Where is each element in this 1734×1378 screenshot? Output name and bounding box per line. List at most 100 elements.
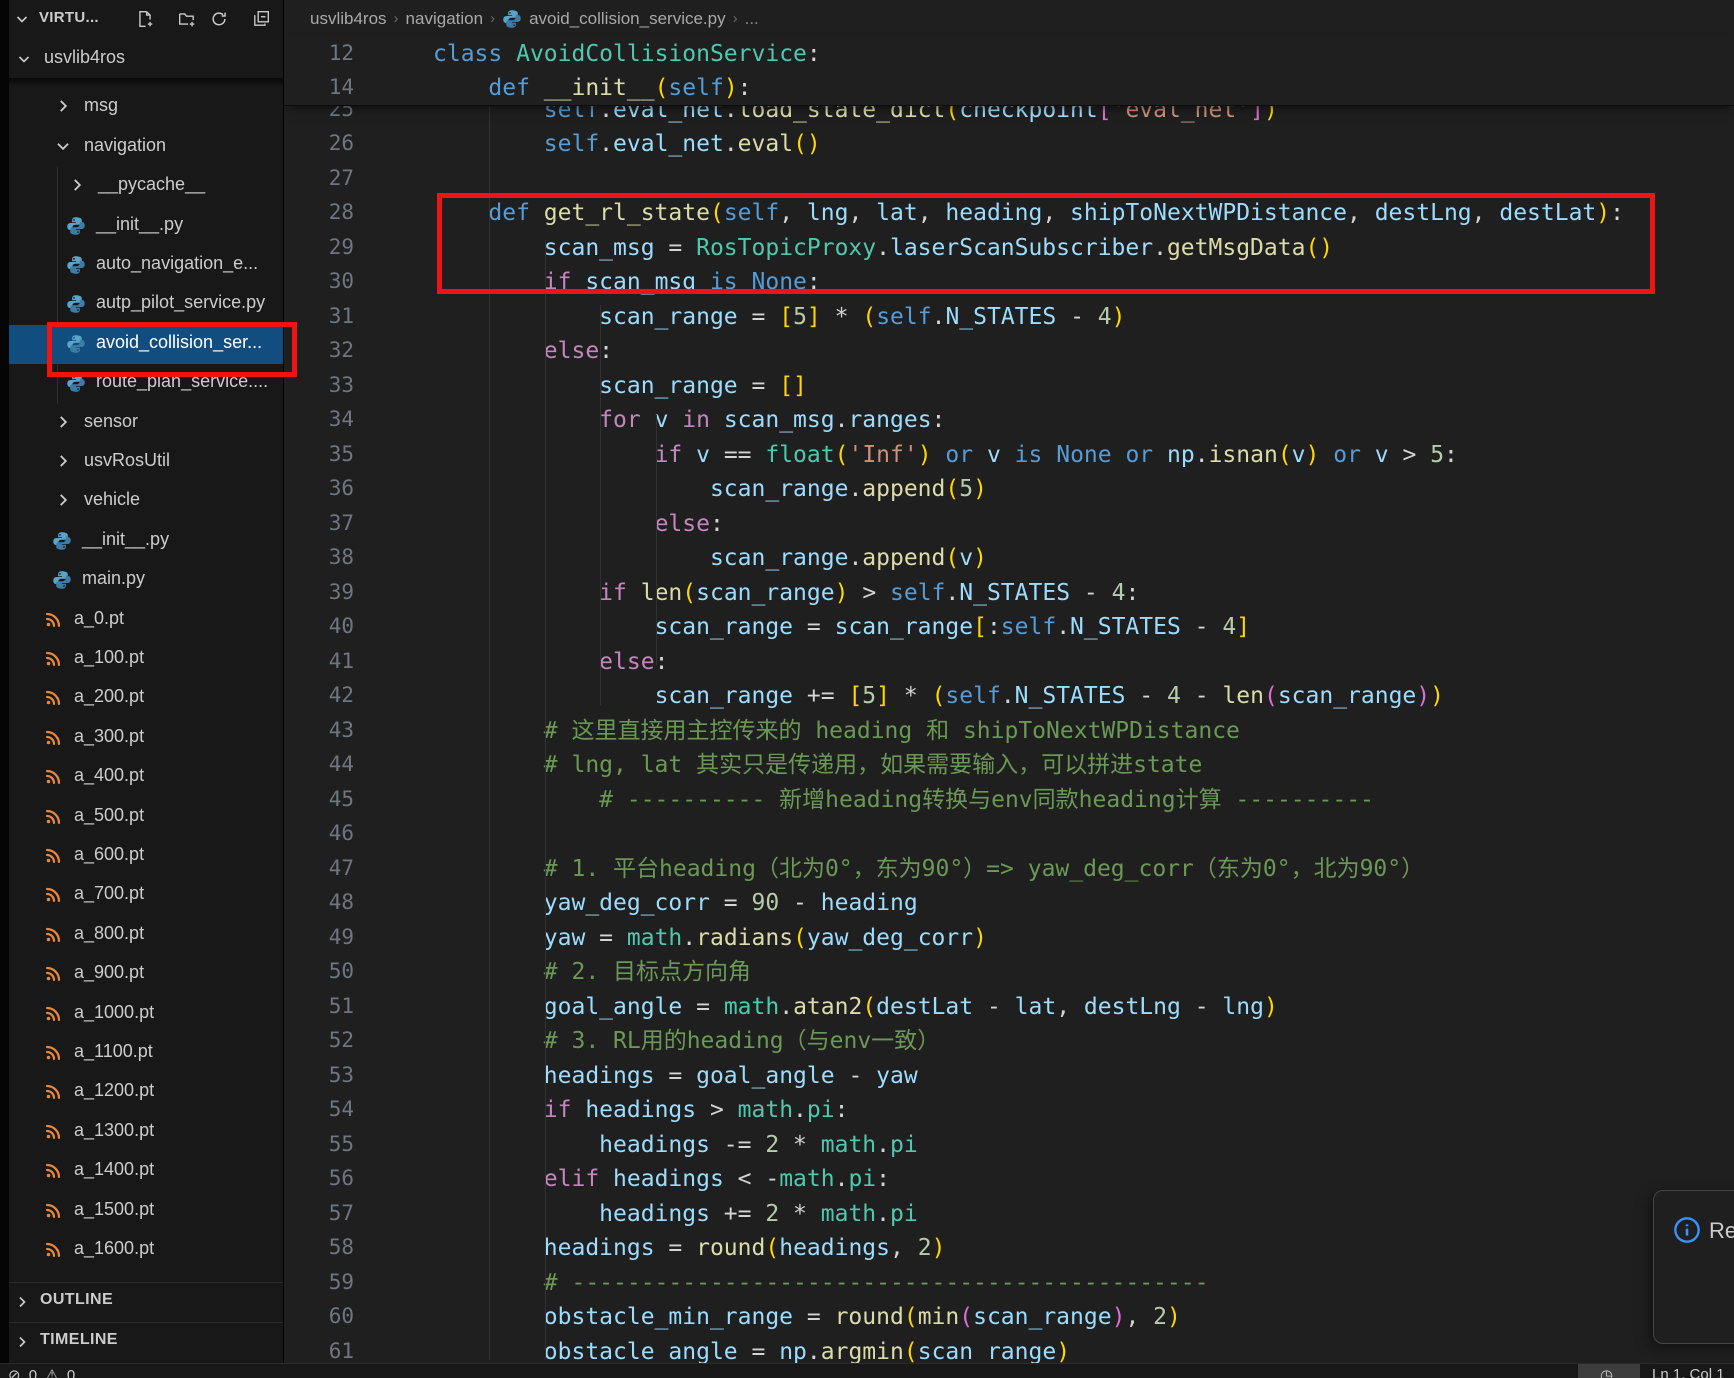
breadcrumb-item[interactable]: avoid_collision_service.py [529, 9, 726, 29]
code-line-47[interactable]: 47 # 1. 平台heading（北为0°，东为90°）=> yaw_deg_… [284, 852, 1734, 887]
code-viewport[interactable]: 25 self.eval_net.load_state_dict(checkpo… [284, 105, 1734, 1363]
code-line-32[interactable]: 32 else: [284, 334, 1734, 369]
code-line-58[interactable]: 58 headings = round(headings, 2) [284, 1231, 1734, 1266]
tree-folder-usvRosUtil[interactable]: usvRosUtil [9, 443, 283, 482]
tree-file-a_1600.pt[interactable]: a_1600.pt [9, 1231, 283, 1270]
code-line-61[interactable]: 61 obstacle_angle = np.argmin(scan_range… [284, 1335, 1734, 1363]
code-line-45[interactable]: 45 # ---------- 新增heading转换与env同款heading… [284, 783, 1734, 818]
code-line-57[interactable]: 57 headings += 2 * math.pi [284, 1197, 1734, 1232]
code-line-25[interactable]: 25 self.eval_net.load_state_dict(checkpo… [284, 105, 1734, 128]
breadcrumb-item[interactable]: navigation [406, 9, 484, 29]
code-line-33[interactable]: 33 scan_range = [] [284, 369, 1734, 404]
code-text: def get_rl_state(self, lng, lat, heading… [433, 198, 1624, 229]
code-text: headings += 2 * math.pi [433, 1199, 918, 1230]
code-line-29[interactable]: 29 scan_msg = RosTopicProxy.laserScanSub… [284, 231, 1734, 266]
code-line-43[interactable]: 43 # 这里直接用主控传来的 heading 和 shipToNextWPDi… [284, 714, 1734, 749]
code-line-39[interactable]: 39 if len(scan_range) > self.N_STATES - … [284, 576, 1734, 611]
tree-file-a_600.pt[interactable]: a_600.pt [9, 837, 283, 876]
code-line-35[interactable]: 35 if v == float('Inf') or v is None or … [284, 438, 1734, 473]
tree-item-label: a_0.pt [74, 608, 124, 629]
notification-message: Re [1709, 1218, 1734, 1244]
code-line-48[interactable]: 48 yaw_deg_corr = 90 - heading [284, 886, 1734, 921]
sticky-scroll[interactable]: 12class AvoidCollisionService:14 def __i… [284, 37, 1734, 106]
code-line-53[interactable]: 53 headings = goal_angle - yaw [284, 1059, 1734, 1094]
tree-file-a_1200.pt[interactable]: a_1200.pt [9, 1073, 283, 1112]
code-line-44[interactable]: 44 # lng, lat 其实只是传递用，如果需要输入，可以拼进state [284, 748, 1734, 783]
tree-folder-navigation[interactable]: navigation [9, 128, 283, 167]
code-line-46[interactable]: 46 [284, 817, 1734, 852]
line-number: 29 [294, 235, 354, 259]
problems-indicator[interactable]: ⊘ 0 ⚠ 0 [8, 1366, 77, 1378]
notification-toast[interactable]: Re [1653, 1190, 1734, 1344]
code-line-28[interactable]: 28 def get_rl_state(self, lng, lat, head… [284, 196, 1734, 231]
tree-file-a_1300.pt[interactable]: a_1300.pt [9, 1113, 283, 1152]
tree-file-a_400.pt[interactable]: a_400.pt [9, 758, 283, 797]
tree-file-a_900.pt[interactable]: a_900.pt [9, 955, 283, 994]
sidebar-divider[interactable] [283, 0, 284, 1363]
code-line-51[interactable]: 51 goal_angle = math.atan2(destLat - lat… [284, 990, 1734, 1025]
cursor-position[interactable]: Ln 1, Col 1 [1652, 1366, 1725, 1378]
tree-file-a_1400.pt[interactable]: a_1400.pt [9, 1152, 283, 1191]
tree-file-main.py[interactable]: main.py [9, 561, 283, 600]
chevron-right-icon [14, 1294, 30, 1310]
editor-pane: usvlib4ros›navigation›avoid_collision_se… [284, 0, 1734, 1363]
line-number: 30 [294, 269, 354, 293]
code-line-56[interactable]: 56 elif headings < -math.pi: [284, 1162, 1734, 1197]
code-line-36[interactable]: 36 scan_range.append(5) [284, 472, 1734, 507]
sidebar-section-outline[interactable]: OUTLINE [0, 1282, 283, 1322]
tree-file-a_200.pt[interactable]: a_200.pt [9, 679, 283, 718]
code-line-14[interactable]: 14 def __init__(self): [284, 71, 1734, 106]
code-line-27[interactable]: 27 [284, 162, 1734, 197]
tree-file-a_0.pt[interactable]: a_0.pt [9, 601, 283, 640]
code-line-26[interactable]: 26 self.eval_net.eval() [284, 127, 1734, 162]
code-line-41[interactable]: 41 else: [284, 645, 1734, 680]
tree-file-a_1100.pt[interactable]: a_1100.pt [9, 1034, 283, 1073]
line-number: 36 [294, 476, 354, 500]
breadcrumb-item[interactable]: ... [745, 9, 759, 29]
tree-file-a_100.pt[interactable]: a_100.pt [9, 640, 283, 679]
tree-file-autp_pilot_service.py[interactable]: autp_pilot_service.py [9, 285, 283, 324]
code-line-55[interactable]: 55 headings -= 2 * math.pi [284, 1128, 1734, 1163]
tree-file-a_1000.pt[interactable]: a_1000.pt [9, 995, 283, 1034]
indent-guide [600, 305, 601, 705]
tree-file-__init__.py[interactable]: __init__.py [9, 207, 283, 246]
code-line-31[interactable]: 31 scan_range = [5] * (self.N_STATES - 4… [284, 300, 1734, 335]
code-line-30[interactable]: 30 if scan_msg is None: [284, 265, 1734, 300]
tree-item-label: navigation [84, 135, 166, 156]
code-line-42[interactable]: 42 scan_range += [5] * (self.N_STATES - … [284, 679, 1734, 714]
code-line-37[interactable]: 37 else: [284, 507, 1734, 542]
code-line-40[interactable]: 40 scan_range = scan_range[:self.N_STATE… [284, 610, 1734, 645]
sidebar-section-timeline[interactable]: TIMELINE [0, 1322, 283, 1362]
line-number: 47 [294, 856, 354, 880]
clock-segment[interactable]: ◷ [1578, 1364, 1640, 1378]
code-line-38[interactable]: 38 scan_range.append(v) [284, 541, 1734, 576]
tree-item-label: __pycache__ [98, 174, 205, 195]
code-line-60[interactable]: 60 obstacle_min_range = round(min(scan_r… [284, 1300, 1734, 1335]
tree-file-a_800.pt[interactable]: a_800.pt [9, 916, 283, 955]
tree-folder-__pycache__[interactable]: __pycache__ [9, 167, 283, 206]
tree-folder-vehicle[interactable]: vehicle [9, 482, 283, 521]
code-line-59[interactable]: 59 # -----------------------------------… [284, 1266, 1734, 1301]
tree-file-route_plan_service[interactable]: route_plan_service.... [9, 364, 283, 403]
tree-folder-sensor[interactable]: sensor [9, 404, 283, 443]
breadcrumb[interactable]: usvlib4ros›navigation›avoid_collision_se… [310, 0, 759, 37]
code-line-12[interactable]: 12class AvoidCollisionService: [284, 37, 1734, 72]
code-line-49[interactable]: 49 yaw = math.radians(yaw_deg_corr) [284, 921, 1734, 956]
line-number: 61 [294, 1339, 354, 1363]
code-line-50[interactable]: 50 # 2. 目标点方向角 [284, 955, 1734, 990]
tree-file-a_300.pt[interactable]: a_300.pt [9, 719, 283, 758]
code-line-54[interactable]: 54 if headings > math.pi: [284, 1093, 1734, 1128]
tree-folder-msg[interactable]: msg [9, 88, 283, 127]
tree-file-avoid_collision_ser[interactable]: avoid_collision_ser... [9, 325, 283, 364]
tree-item-label: a_700.pt [74, 883, 144, 904]
code-line-34[interactable]: 34 for v in scan_msg.ranges: [284, 403, 1734, 438]
breadcrumb-item[interactable]: usvlib4ros [310, 9, 387, 29]
tree-file-__init__.py[interactable]: __init__.py [9, 522, 283, 561]
tree-file-a_500.pt[interactable]: a_500.pt [9, 798, 283, 837]
tree-item-label: a_1600.pt [74, 1238, 154, 1259]
code-text: else: [433, 336, 613, 367]
tree-file-a_700.pt[interactable]: a_700.pt [9, 876, 283, 915]
code-line-52[interactable]: 52 # 3. RL用的heading（与env一致） [284, 1024, 1734, 1059]
tree-file-auto_navigation_e[interactable]: auto_navigation_e... [9, 246, 283, 285]
tree-file-a_1500.pt[interactable]: a_1500.pt [9, 1192, 283, 1231]
